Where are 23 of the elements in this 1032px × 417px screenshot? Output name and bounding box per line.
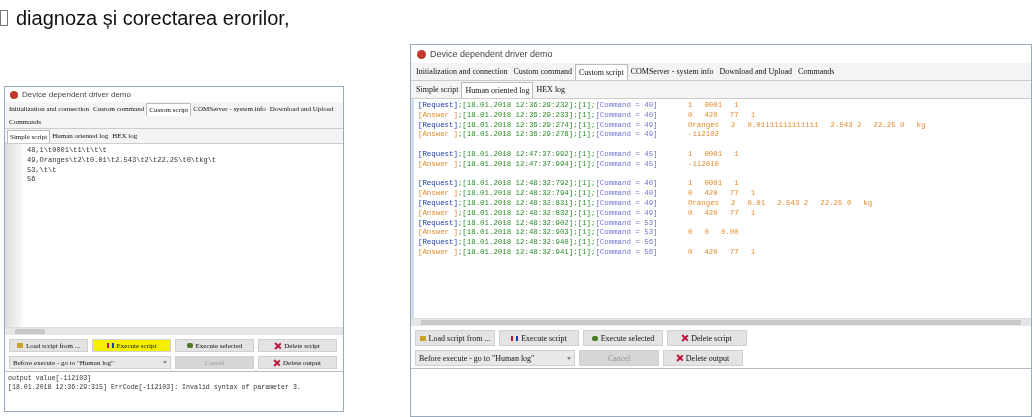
tab[interactable]: Human oriented log (461, 82, 534, 98)
tab[interactable]: HEX log (533, 82, 569, 98)
tab[interactable]: Initialization and connection (413, 64, 511, 80)
dropdown[interactable]: Before execute - go to "Human log" (415, 350, 575, 366)
toolbar-button[interactable]: Execute selected (583, 330, 663, 346)
window-title: Device dependent driver demo (22, 90, 131, 99)
tab[interactable]: Custom command (510, 64, 575, 80)
tab[interactable]: Custom script (575, 64, 628, 80)
tab[interactable]: Simple script (413, 82, 462, 98)
toolbar-button[interactable]: Execute script (499, 330, 579, 346)
horizontal-scrollbar[interactable] (5, 328, 343, 335)
app-icon (417, 49, 426, 59)
app-icon (10, 90, 18, 99)
toolbar-button[interactable]: Load script from ... (415, 330, 495, 346)
toolbar-button[interactable]: Delete script (667, 330, 747, 346)
document-text: diagnoza și corectarea erorilor, (16, 6, 290, 30)
bullet-icon (0, 10, 8, 26)
horizontal-scrollbar[interactable] (411, 319, 1031, 326)
tab[interactable]: Download and Upload (716, 64, 795, 80)
toolbar-button[interactable]: Delete output (663, 350, 743, 366)
tab[interactable]: Commands (795, 64, 838, 80)
tab[interactable]: COMServer - system info (627, 64, 717, 80)
window-title: Device dependent driver demo (430, 49, 553, 59)
